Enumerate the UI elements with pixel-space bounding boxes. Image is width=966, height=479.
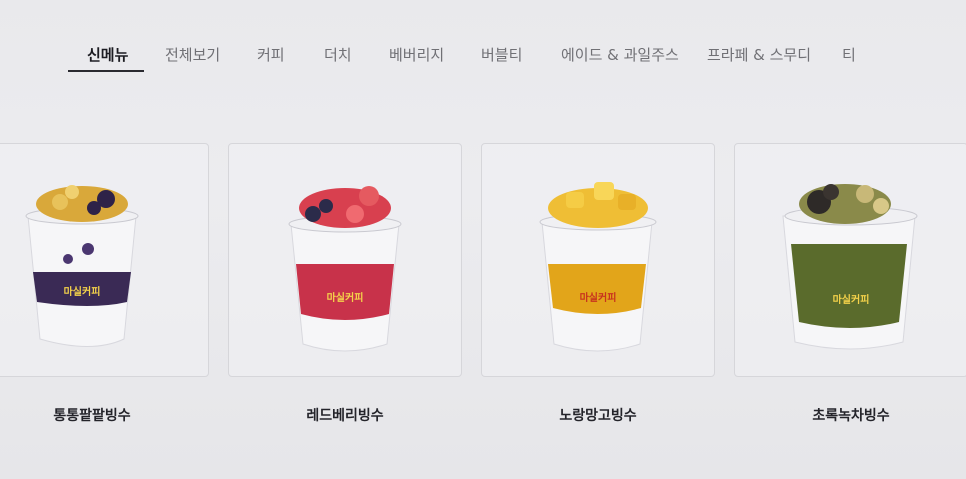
cup-topping xyxy=(36,186,128,222)
product-name[interactable]: 초록녹차빙수 xyxy=(734,405,966,425)
tab-beverage[interactable]: 베버리지 xyxy=(389,44,444,65)
cup-brand: 마실커피 xyxy=(327,291,364,304)
tab-tea[interactable]: 티 xyxy=(842,44,856,65)
tab-coffee[interactable]: 커피 xyxy=(257,44,285,65)
product-card-red-berry[interactable]: 마실커피 xyxy=(228,143,462,377)
product-name[interactable]: 레드베리빙수 xyxy=(228,405,462,425)
cup-brand: 마실커피 xyxy=(580,291,617,304)
tab-frappe-smoothie[interactable]: 프라페 & 스무디 xyxy=(707,44,811,65)
cup-band xyxy=(548,264,646,314)
product-card-green-tea[interactable]: 마실커피 xyxy=(734,143,966,377)
tab-bubble-tea[interactable]: 버블티 xyxy=(481,44,522,65)
cup-band xyxy=(296,264,394,320)
menu-page: 신메뉴 전체보기 커피 더치 베버리지 버블티 에이드 & 과일주스 프라페 &… xyxy=(0,0,966,479)
cup-band xyxy=(791,244,907,328)
tab-new-menu[interactable]: 신메뉴 xyxy=(87,44,128,65)
mango-bingsu-image: 마실커피 xyxy=(539,182,657,352)
active-tab-indicator xyxy=(68,70,144,72)
cup-brand: 마실커피 xyxy=(833,293,870,306)
product-name[interactable]: 통통팥팥빙수 xyxy=(0,405,209,425)
product-card-mango[interactable]: 마실커피 xyxy=(481,143,715,377)
category-tabs: 신메뉴 전체보기 커피 더치 베버리지 버블티 에이드 & 과일주스 프라페 &… xyxy=(0,40,966,76)
red-berry-bingsu-image: 마실커피 xyxy=(288,186,402,352)
tab-ade-juice[interactable]: 에이드 & 과일주스 xyxy=(561,44,679,65)
product-card-red-bean[interactable]: 마실커피 xyxy=(0,143,209,377)
cup-brand: 마실커피 xyxy=(64,285,101,298)
green-tea-bingsu-image: 마실커피 xyxy=(782,184,918,350)
red-bean-bingsu-image: 마실커피 xyxy=(25,185,139,347)
tab-all[interactable]: 전체보기 xyxy=(165,44,220,65)
tab-dutch[interactable]: 더치 xyxy=(324,44,352,65)
product-name[interactable]: 노랑망고빙수 xyxy=(481,405,715,425)
